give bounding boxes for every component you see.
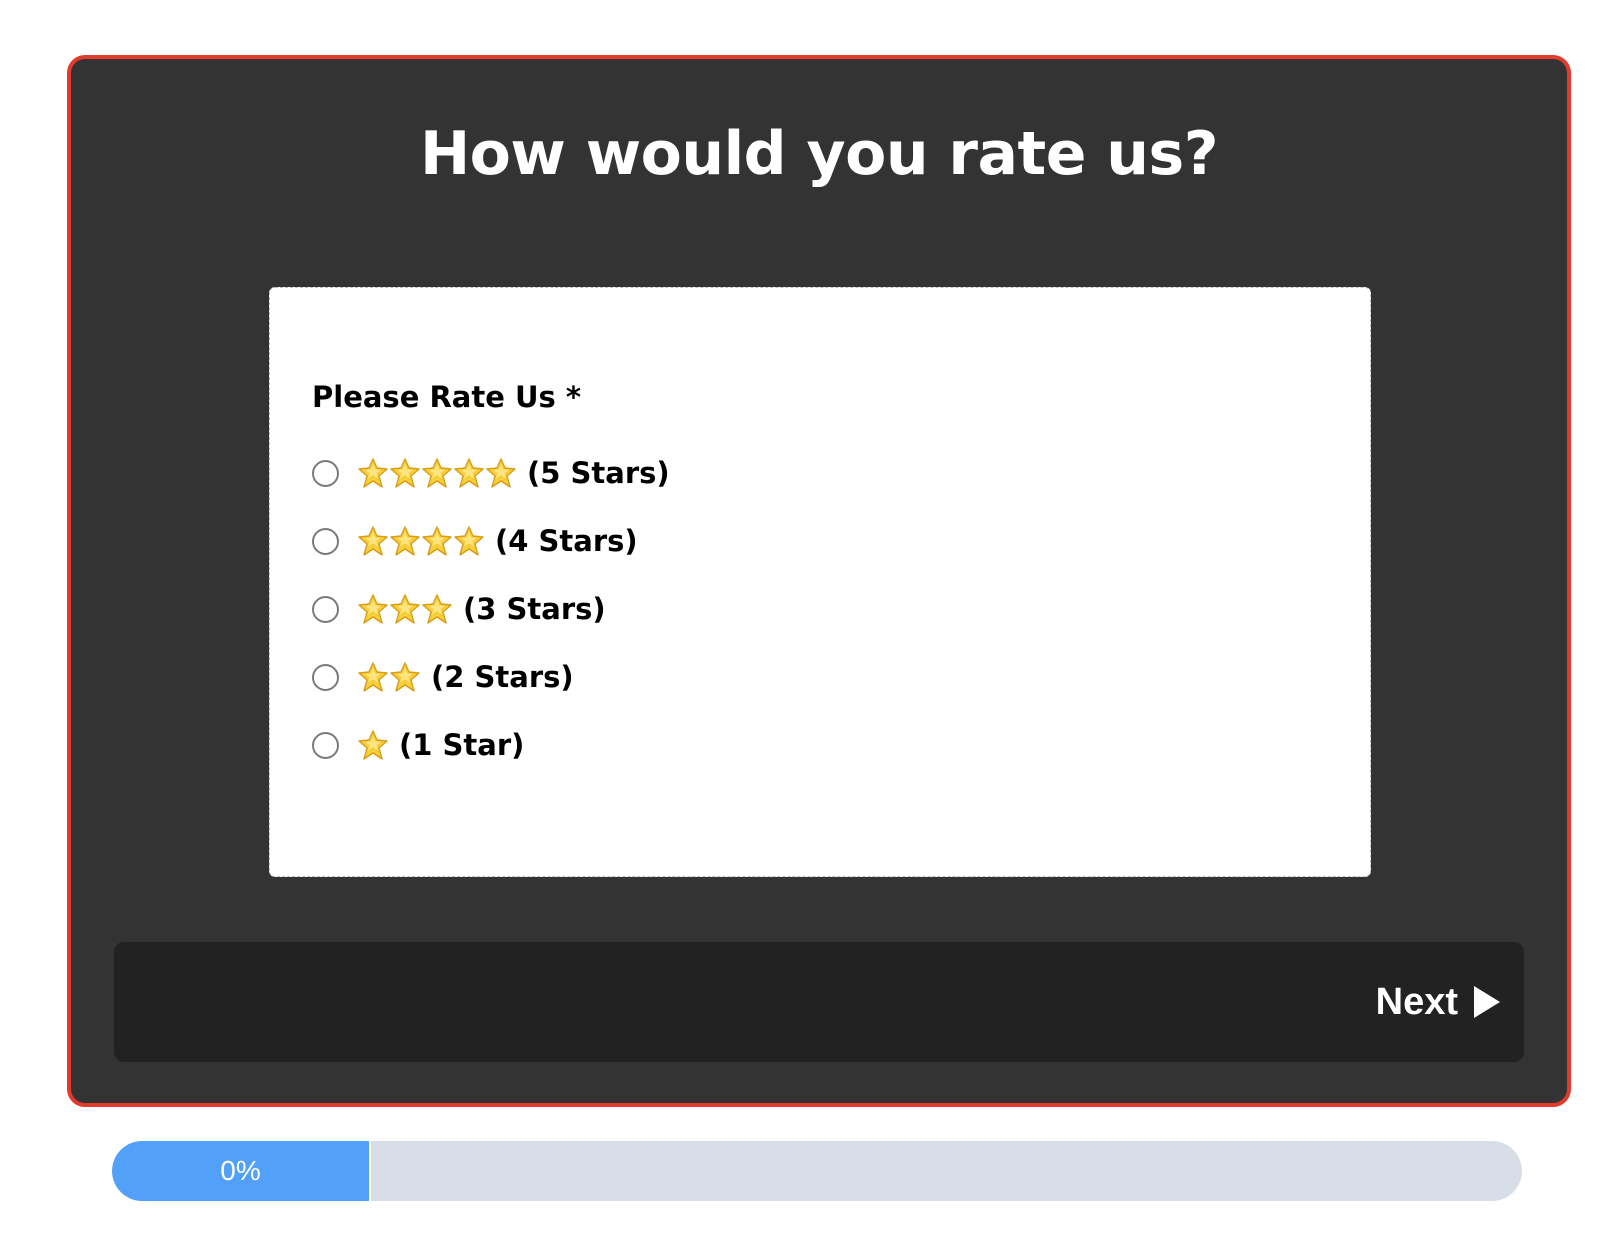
next-button-label: Next <box>1375 980 1458 1023</box>
radio-button[interactable] <box>312 459 339 487</box>
option-label: (3 Stars) <box>463 592 606 626</box>
radio-button[interactable] <box>312 663 339 691</box>
star-icon <box>358 594 388 624</box>
star-icon <box>390 594 420 624</box>
option-label: (5 Stars) <box>527 456 670 490</box>
survey-card: How would you rate us? Please Rate Us * … <box>67 55 1571 1107</box>
survey-title: How would you rate us? <box>419 119 1219 189</box>
progress-label: 0% <box>220 1155 261 1186</box>
stars-group <box>357 593 453 625</box>
star-icon <box>486 458 516 488</box>
rating-option-4-stars[interactable]: (4 Stars) <box>312 521 670 561</box>
star-icon <box>358 526 388 556</box>
star-icon <box>390 526 420 556</box>
rating-option-5-stars[interactable]: (5 Stars) <box>312 453 670 493</box>
star-icon <box>454 526 484 556</box>
stars-group <box>357 525 485 557</box>
rating-option-3-stars[interactable]: (3 Stars) <box>312 589 670 629</box>
star-icon <box>454 458 484 488</box>
stars-group <box>357 457 517 489</box>
rating-option-2-stars[interactable]: (2 Stars) <box>312 657 670 697</box>
star-icon <box>358 458 388 488</box>
rating-option-1-star[interactable]: (1 Star) <box>312 725 670 765</box>
stars-group <box>357 661 421 693</box>
progress-fill: 0% <box>112 1141 371 1201</box>
stars-group <box>357 729 389 761</box>
star-icon <box>422 458 452 488</box>
option-label: (1 Star) <box>399 728 525 762</box>
rating-question-box: Please Rate Us * (5 Stars) (4 Stars) (3 … <box>269 287 1371 877</box>
play-triangle-icon <box>1474 986 1500 1018</box>
option-label: (4 Stars) <box>495 524 638 558</box>
star-icon <box>390 662 420 692</box>
star-icon <box>422 526 452 556</box>
rating-options: (5 Stars) (4 Stars) (3 Stars) (2 Stars) <box>312 453 670 793</box>
next-button[interactable]: Next <box>1376 974 1502 1030</box>
question-label: Please Rate Us * <box>312 380 582 414</box>
radio-button[interactable] <box>312 731 339 759</box>
star-icon <box>422 594 452 624</box>
progress-bar: 0% <box>112 1141 1522 1201</box>
star-icon <box>358 730 388 760</box>
survey-footer-bar: Next <box>114 942 1524 1062</box>
star-icon <box>390 458 420 488</box>
radio-button[interactable] <box>312 595 339 623</box>
radio-button[interactable] <box>312 527 339 555</box>
option-label: (2 Stars) <box>431 660 574 694</box>
star-icon <box>358 662 388 692</box>
